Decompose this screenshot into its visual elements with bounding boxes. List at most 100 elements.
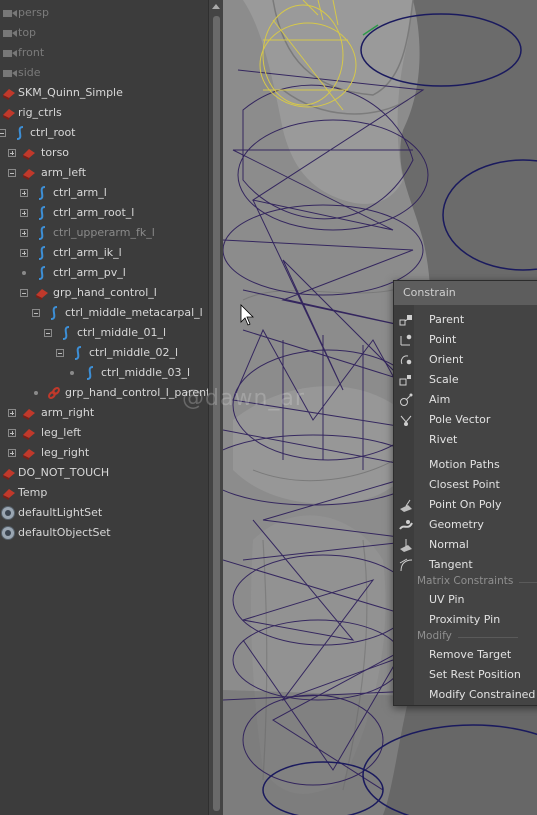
menu-item-pole-vector[interactable]: Pole Vector xyxy=(394,410,537,430)
menu-item-label: Rivet xyxy=(429,433,458,446)
expand-toggle[interactable] xyxy=(20,249,28,257)
scroll-thumb[interactable] xyxy=(213,16,220,811)
outliner-item-default-light-set[interactable]: defaultLightSet xyxy=(0,503,208,523)
outliner-item-ctrl-arm-l[interactable]: ctrl_arm_l xyxy=(0,183,208,203)
transform-icon xyxy=(3,89,15,100)
menu-item-label: Aim xyxy=(429,393,451,406)
set-icon xyxy=(1,526,15,540)
outliner-item-grp-hand-control-l[interactable]: grp_hand_control_l xyxy=(0,283,208,303)
outliner-item-rig-ctrls[interactable]: rig_ctrls xyxy=(0,103,208,123)
leaf-dot xyxy=(70,371,74,375)
expand-toggle[interactable] xyxy=(8,449,16,457)
menu-item-set-rest-position[interactable]: Set Rest Position xyxy=(394,665,537,685)
outliner-label: ctrl_arm_pv_l xyxy=(53,266,126,279)
transform-icon xyxy=(3,489,15,500)
nurbs-curve-icon xyxy=(38,186,46,200)
collapse-toggle[interactable] xyxy=(56,349,64,357)
outliner-item-temp[interactable]: Temp xyxy=(0,483,208,503)
outliner-label: leg_right xyxy=(41,446,90,459)
outliner-label: side xyxy=(18,66,41,79)
outliner-item-ctrl-middle-01-l[interactable]: ctrl_middle_01_l xyxy=(0,323,208,343)
outliner-label: ctrl_arm_root_l xyxy=(53,206,135,219)
nurbs-curve-icon xyxy=(38,246,46,260)
outliner-item-leg-right[interactable]: leg_right xyxy=(0,443,208,463)
transform-icon xyxy=(23,409,35,420)
menu-item-normal[interactable]: Normal xyxy=(394,535,537,555)
outliner-item-ctrl-arm-pv-l[interactable]: ctrl_arm_pv_l xyxy=(0,263,208,283)
outliner-item-arm-left[interactable]: arm_left xyxy=(0,163,208,183)
leaf-dot xyxy=(22,271,26,275)
pole-vector-icon xyxy=(400,415,412,426)
menu-item-geometry[interactable]: Geometry xyxy=(394,515,537,535)
expand-toggle[interactable] xyxy=(8,429,16,437)
menu-item-closest-point[interactable]: Closest Point xyxy=(394,475,537,495)
menu-item-orient[interactable]: Orient xyxy=(394,350,537,370)
menu-item-rivet[interactable]: Rivet xyxy=(394,430,537,450)
collapse-toggle[interactable] xyxy=(44,329,52,337)
collapse-toggle[interactable] xyxy=(0,129,6,137)
outliner-item-skm-quinn-simple[interactable]: SKM_Quinn_Simple xyxy=(0,83,208,103)
transform-icon xyxy=(3,469,15,480)
menu-item-tangent[interactable]: Tangent xyxy=(394,555,537,575)
menu-item-motion-paths[interactable]: Motion Paths xyxy=(394,455,537,475)
menu-item-uv-pin[interactable]: UV Pin xyxy=(394,590,537,610)
outliner-item-ctrl-middle-metacarpal-l[interactable]: ctrl_middle_metacarpal_l xyxy=(0,303,208,323)
outliner-item-front[interactable]: front xyxy=(0,43,208,63)
camera-icon xyxy=(3,10,17,17)
collapse-toggle[interactable] xyxy=(8,169,16,177)
outliner-item-grp-hand-control-l-parentc[interactable]: grp_hand_control_l_parentC xyxy=(0,383,208,403)
menu-item-label: Tangent xyxy=(429,558,473,571)
outliner-label: ctrl_middle_metacarpal_l xyxy=(65,306,203,319)
menu-item-label: Point On Poly xyxy=(429,498,502,511)
outliner-label: persp xyxy=(18,6,49,19)
outliner-item-ctrl-middle-03-l[interactable]: ctrl_middle_03_l xyxy=(0,363,208,383)
outliner-item-ctrl-middle-02-l[interactable]: ctrl_middle_02_l xyxy=(0,343,208,363)
outliner-item-arm-right[interactable]: arm_right xyxy=(0,403,208,423)
menu-item-modify-constrained[interactable]: Modify Constrained A xyxy=(394,685,537,705)
collapse-toggle[interactable] xyxy=(20,289,28,297)
outliner-label: arm_right xyxy=(41,406,95,419)
scroll-up-arrow-icon[interactable] xyxy=(212,4,220,9)
transform-icon xyxy=(23,169,35,180)
tangent-constraint-icon xyxy=(399,558,413,572)
expand-toggle[interactable] xyxy=(20,229,28,237)
expand-toggle[interactable] xyxy=(8,149,16,157)
outliner-item-ctrl-upperarm-fk-l[interactable]: ctrl_upperarm_fk_l xyxy=(0,223,208,243)
outliner-item-side[interactable]: side xyxy=(0,63,208,83)
outliner-label: defaultLightSet xyxy=(18,506,103,519)
transform-icon xyxy=(36,289,48,300)
menu-item-scale[interactable]: Scale xyxy=(394,370,537,390)
outliner-item-default-object-set[interactable]: defaultObjectSet xyxy=(0,523,208,543)
outliner-item-ctrl-root[interactable]: ctrl_root xyxy=(0,123,208,143)
outliner-item-persp[interactable]: persp xyxy=(0,3,208,23)
outliner-item-leg-left[interactable]: leg_left xyxy=(0,423,208,443)
outliner-item-ctrl-arm-ik-l[interactable]: ctrl_arm_ik_l xyxy=(0,243,208,263)
menu-item-remove-target[interactable]: Remove Target xyxy=(394,645,537,665)
outliner-label: leg_left xyxy=(41,426,82,439)
menu-item-aim[interactable]: Aim xyxy=(394,390,537,410)
menu-item-parent[interactable]: Parent xyxy=(394,310,537,330)
outliner-label: ctrl_root xyxy=(30,126,76,139)
outliner-label: SKM_Quinn_Simple xyxy=(18,86,123,99)
expand-toggle[interactable] xyxy=(20,189,28,197)
outliner-item-do-not-touch[interactable]: DO_NOT_TOUCH xyxy=(0,463,208,483)
outliner-item-torso[interactable]: torso xyxy=(0,143,208,163)
outliner-item-ctrl-arm-root-l[interactable]: ctrl_arm_root_l xyxy=(0,203,208,223)
outliner-label: ctrl_middle_03_l xyxy=(101,366,191,379)
nurbs-curve-icon xyxy=(38,206,46,220)
menu-item-label: Point xyxy=(429,333,457,346)
leaf-dot xyxy=(34,391,38,395)
menu-section-modify: Modify xyxy=(417,630,518,642)
outliner-label: defaultObjectSet xyxy=(18,526,111,539)
expand-toggle[interactable] xyxy=(8,409,16,417)
outliner-label: ctrl_middle_02_l xyxy=(89,346,179,359)
nurbs-curve-icon xyxy=(38,266,46,280)
menu-item-point-on-poly[interactable]: Point On Poly xyxy=(394,495,537,515)
outliner-item-top[interactable]: top xyxy=(0,23,208,43)
collapse-toggle[interactable] xyxy=(32,309,40,317)
menu-item-proximity-pin[interactable]: Proximity Pin xyxy=(394,610,537,630)
menu-item-point[interactable]: Point xyxy=(394,330,537,350)
expand-toggle[interactable] xyxy=(20,209,28,217)
outliner-label: DO_NOT_TOUCH xyxy=(18,466,110,479)
outliner-label: top xyxy=(18,26,37,39)
